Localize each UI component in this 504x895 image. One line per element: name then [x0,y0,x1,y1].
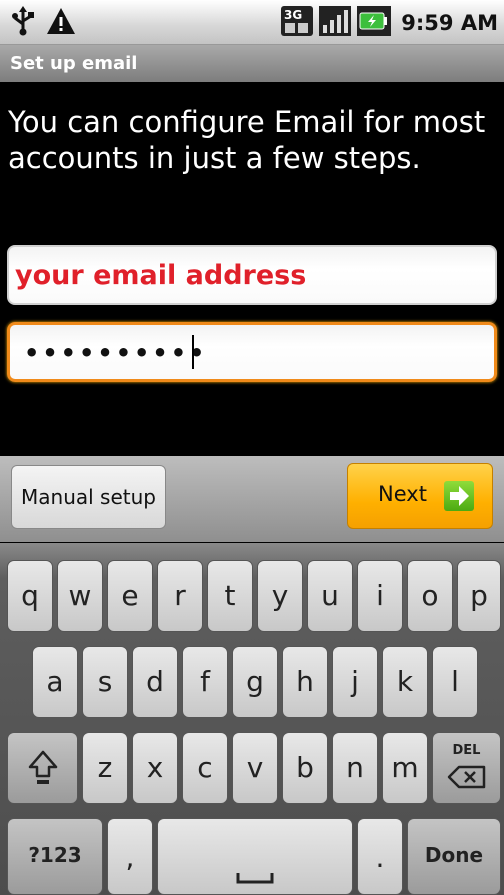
key-c[interactable]: c [182,732,228,804]
signal-icon [319,6,352,40]
page-title: Set up email [0,45,504,82]
key-b[interactable]: b [282,732,328,804]
key-label: Done [424,843,484,867]
key-label: p [470,579,488,612]
space-icon [158,859,352,892]
key-label: a [46,665,64,698]
next-button[interactable]: Next [347,463,493,529]
key-m[interactable]: m [382,732,428,804]
key-i[interactable]: i [357,560,403,632]
key-label: v [246,751,264,784]
key-label: t [224,579,236,612]
space-key[interactable] [157,818,353,895]
key-label: m [391,751,419,784]
key-label: e [121,579,139,612]
text-cursor [192,335,194,369]
email-field[interactable]: your email address [7,245,497,305]
key-label: k [396,665,414,698]
backspace-icon [433,765,500,794]
key-k[interactable]: k [382,646,428,718]
key-p[interactable]: p [457,560,501,632]
key-f[interactable]: f [182,646,228,718]
key-label: i [376,579,384,612]
key-j[interactable]: j [332,646,378,718]
key-a[interactable]: a [32,646,78,718]
3g-icon: 3G [281,6,314,40]
key-label: r [174,579,186,612]
symbols-key[interactable]: ?123 [7,818,103,895]
shift-key[interactable] [7,732,78,804]
action-bar: Manual setup Next [0,456,504,542]
shift-icon [8,749,77,792]
key-label: l [451,665,459,698]
key-label: w [68,579,92,612]
key-r[interactable]: r [157,560,203,632]
key-y[interactable]: y [257,560,303,632]
key-label: x [146,751,164,784]
key-n[interactable]: n [332,732,378,804]
key-d[interactable]: d [132,646,178,718]
battery-icon [357,6,392,40]
key-label: . [375,841,385,874]
key-label: b [296,751,314,784]
usb-icon [10,6,36,40]
key-label: g [246,665,264,698]
clock: 9:59 AM [401,11,498,35]
key-label: j [351,665,359,698]
key-e[interactable]: e [107,560,153,632]
key-label: n [346,751,364,784]
email-value: your email address [15,260,307,291]
key-label: z [97,751,113,784]
password-field[interactable]: •••••••••• [7,322,497,382]
warning-icon [46,6,76,40]
key-label: u [321,579,339,612]
key-q[interactable]: q [7,560,53,632]
key-t[interactable]: t [207,560,253,632]
key-o[interactable]: o [407,560,453,632]
key-comma[interactable]: , [107,818,153,895]
key-h[interactable]: h [282,646,328,718]
soft-keyboard: q w e r t y u i o p a s d f g h j k l z … [0,543,504,895]
arrow-right-icon [444,481,474,511]
key-label: f [200,665,210,698]
key-label: y [271,579,289,612]
key-w[interactable]: w [57,560,103,632]
key-g[interactable]: g [232,646,278,718]
next-label: Next [378,482,427,506]
key-label: h [296,665,314,698]
intro-text: You can configure Email for most account… [8,105,486,175]
password-value: •••••••••• [24,339,208,367]
key-label: q [21,579,39,612]
key-x[interactable]: x [132,732,178,804]
status-bar: 3G 9:59 AM [0,0,504,45]
manual-setup-button[interactable]: Manual setup [11,465,166,529]
delete-key[interactable]: DEL [432,732,501,804]
key-label: s [97,665,113,698]
key-label: o [421,579,439,612]
network-label: 3G [284,8,302,22]
key-period[interactable]: . [357,818,403,895]
key-l[interactable]: l [432,646,478,718]
key-z[interactable]: z [82,732,128,804]
key-label: c [197,751,213,784]
key-u[interactable]: u [307,560,353,632]
key-s[interactable]: s [82,646,128,718]
key-label: ?123 [28,843,82,867]
key-label: , [125,841,135,874]
delete-label: DEL [452,743,481,758]
key-label: d [146,665,164,698]
key-v[interactable]: v [232,732,278,804]
done-key[interactable]: Done [407,818,501,895]
